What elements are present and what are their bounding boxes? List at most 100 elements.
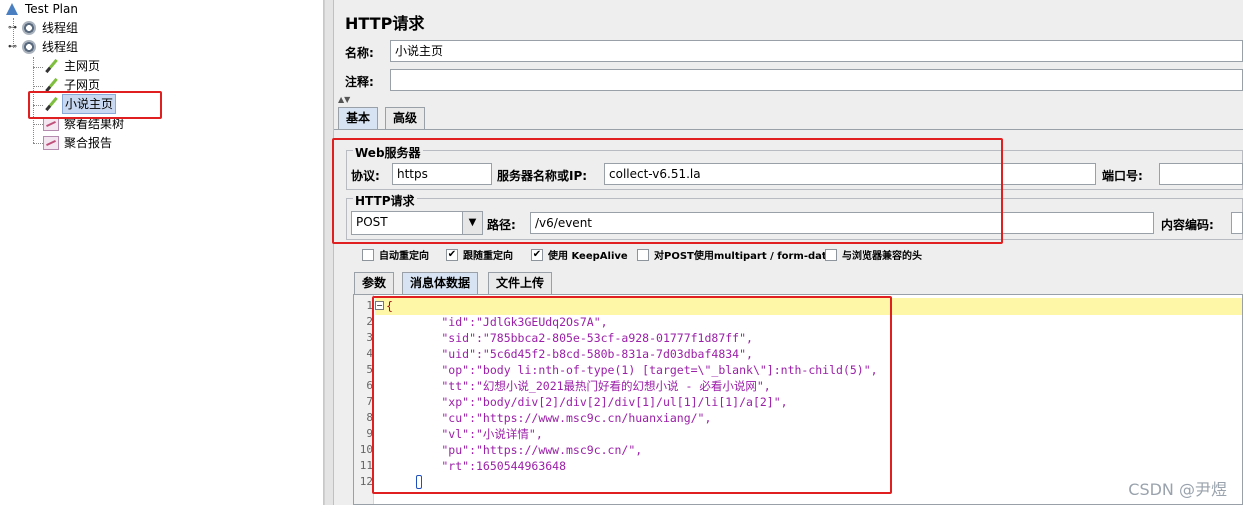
- http-sampler-icon: [43, 96, 59, 112]
- checkbox-label: 跟随重定向: [463, 251, 513, 262]
- tree-item-label: 子网页: [64, 78, 101, 92]
- expand-toggle-icon[interactable]: ⊶: [8, 24, 17, 33]
- tab-body-data[interactable]: 消息体数据: [402, 272, 479, 294]
- code-line: "rt":1650544963648: [386, 459, 567, 473]
- tree-line: [33, 105, 43, 106]
- tree-item-test-plan[interactable]: Test Plan: [4, 0, 80, 18]
- keepalive-checkbox[interactable]: ✔ 使用 KeepAlive: [531, 247, 628, 262]
- auto-redirect-checkbox[interactable]: 自动重定向: [362, 247, 429, 262]
- checkbox-box: [362, 248, 374, 261]
- tree-item-label: 察看结果树: [64, 117, 125, 131]
- test-plan-tree: Test Plan ⊶ 线程组 ⊷ 线程组 主网页 子网页 小说主页 察看结果树: [0, 0, 324, 505]
- code-line: "op":"body li:nth-of-type(1) [target=\"_…: [386, 363, 878, 377]
- code-line: "cu":"https://www.msc9c.cn/huanxiang/",: [386, 411, 712, 425]
- code-line: "pu":"https://www.msc9c.cn/",: [386, 443, 643, 457]
- comment-label: 注释:: [345, 75, 374, 89]
- line-number: 8: [366, 411, 373, 424]
- line-number: 12: [359, 475, 373, 488]
- port-field[interactable]: [1159, 163, 1243, 185]
- code-line: "vl":"小说详情",: [386, 427, 543, 441]
- code-line: "xp":"body/div[2]/div[2]/div[1]/ul[1]/li…: [386, 395, 788, 409]
- line-number: 1: [366, 299, 373, 312]
- tab-file-upload[interactable]: 文件上传: [488, 272, 553, 294]
- check-icon: ✔: [531, 248, 543, 261]
- collapse-arrows-icon[interactable]: ▲▼: [338, 95, 350, 104]
- browser-headers-checkbox[interactable]: 与浏览器兼容的头: [825, 247, 922, 262]
- listener-icon: [43, 117, 59, 131]
- current-line-highlight: [375, 298, 1242, 315]
- line-number: 10: [359, 443, 373, 456]
- tab-advanced[interactable]: 高级: [385, 107, 426, 129]
- code-line: "uid":"5c6d45f2-b8cd-580b-831a-7d03dbaf4…: [386, 347, 753, 361]
- encoding-field[interactable]: [1231, 212, 1243, 234]
- tree-line: [33, 143, 43, 144]
- tree-line: [33, 67, 43, 68]
- code-line: "tt":"幻想小说_2021最热门好看的幻想小说 - 必看小说网",: [386, 379, 771, 393]
- code-line: "id":"JdlGk3GEUdq2Os7A",: [386, 315, 608, 329]
- path-label: 路径:: [487, 218, 516, 232]
- encoding-label: 内容编码:: [1161, 218, 1214, 232]
- name-label: 名称:: [345, 46, 374, 60]
- test-plan-icon: [6, 3, 18, 15]
- line-number: 11: [359, 459, 373, 472]
- method-value: POST: [356, 215, 388, 229]
- protocol-field[interactable]: https: [392, 163, 492, 185]
- tree-item-label: 小说主页: [62, 94, 117, 114]
- fold-toggle-icon[interactable]: −: [375, 301, 384, 310]
- splitter[interactable]: [324, 0, 334, 505]
- tree-item-novel-home[interactable]: 小说主页: [43, 94, 117, 114]
- tree-item-label: 聚合报告: [64, 136, 113, 150]
- tree-item-sub-page[interactable]: 子网页: [43, 76, 102, 94]
- line-number: 5: [366, 363, 373, 376]
- chevron-down-icon[interactable]: ▼: [462, 212, 482, 234]
- line-number: 6: [366, 379, 373, 392]
- collapse-toggle-icon[interactable]: ⊷: [8, 43, 17, 52]
- tree-item-thread-group-1[interactable]: 线程组: [22, 19, 80, 37]
- page-title: HTTP请求: [345, 14, 425, 33]
- port-label: 端口号:: [1102, 169, 1143, 183]
- server-label: 服务器名称或IP:: [497, 169, 588, 183]
- closing-brace-cursor: [416, 475, 422, 489]
- listener-icon: [43, 136, 59, 150]
- path-field[interactable]: /v6/event: [530, 212, 1154, 234]
- tree-line: [33, 124, 43, 125]
- tree-item-thread-group-2[interactable]: 线程组: [22, 38, 80, 56]
- jmeter-window: Test Plan ⊶ 线程组 ⊷ 线程组 主网页 子网页 小说主页 察看结果树: [0, 0, 1243, 505]
- tree-item-aggregate-report[interactable]: 聚合报告: [43, 134, 114, 152]
- comment-field[interactable]: [390, 69, 1243, 91]
- checkbox-label: 对POST使用multipart / form-data: [654, 251, 834, 262]
- tree-item-view-results-tree[interactable]: 察看结果树: [43, 115, 126, 133]
- http-sampler-icon: [43, 58, 59, 74]
- name-field[interactable]: 小说主页: [390, 40, 1243, 62]
- method-select[interactable]: POST ▼: [351, 211, 483, 235]
- checkbox-label: 与浏览器兼容的头: [842, 251, 922, 262]
- server-field[interactable]: collect-v6.51.la: [604, 163, 1096, 185]
- line-number: 9: [366, 427, 373, 440]
- follow-redirect-checkbox[interactable]: ✔ 跟随重定向: [446, 247, 513, 262]
- http-request-title: HTTP请求: [353, 192, 417, 209]
- tree-item-label: 线程组: [42, 40, 79, 54]
- thread-group-icon: [22, 21, 36, 35]
- tree-item-main-page[interactable]: 主网页: [43, 57, 102, 75]
- line-number-gutter: 1 2 3 4 5 6 7 8 9 10 11 12: [354, 295, 374, 504]
- body-data-editor[interactable]: 1 2 3 4 5 6 7 8 9 10 11 12 − { "id":"Jdl…: [353, 294, 1243, 505]
- checkbox-box: [637, 248, 649, 261]
- http-sampler-icon: [43, 77, 59, 93]
- multipart-checkbox[interactable]: 对POST使用multipart / form-data: [637, 247, 833, 262]
- watermark: CSDN @尹煜: [1128, 480, 1227, 499]
- tree-item-label: 主网页: [64, 59, 101, 73]
- line-number: 7: [366, 395, 373, 408]
- line-number: 3: [366, 331, 373, 344]
- web-server-title: Web服务器: [353, 144, 423, 161]
- code-line: {: [386, 299, 393, 313]
- checkbox-label: 使用 KeepAlive: [548, 251, 628, 262]
- tab-basic[interactable]: 基本: [338, 107, 379, 129]
- tree-line: [33, 57, 34, 143]
- line-number: 2: [366, 315, 373, 328]
- code-line: "sid":"785bbca2-805e-53cf-a928-01777f1d8…: [386, 331, 753, 345]
- checkbox-box: [825, 248, 837, 261]
- tree-item-label: Test Plan: [25, 2, 78, 16]
- tab-parameters[interactable]: 参数: [354, 272, 395, 294]
- thread-group-icon: [22, 40, 36, 54]
- check-icon: ✔: [446, 248, 458, 261]
